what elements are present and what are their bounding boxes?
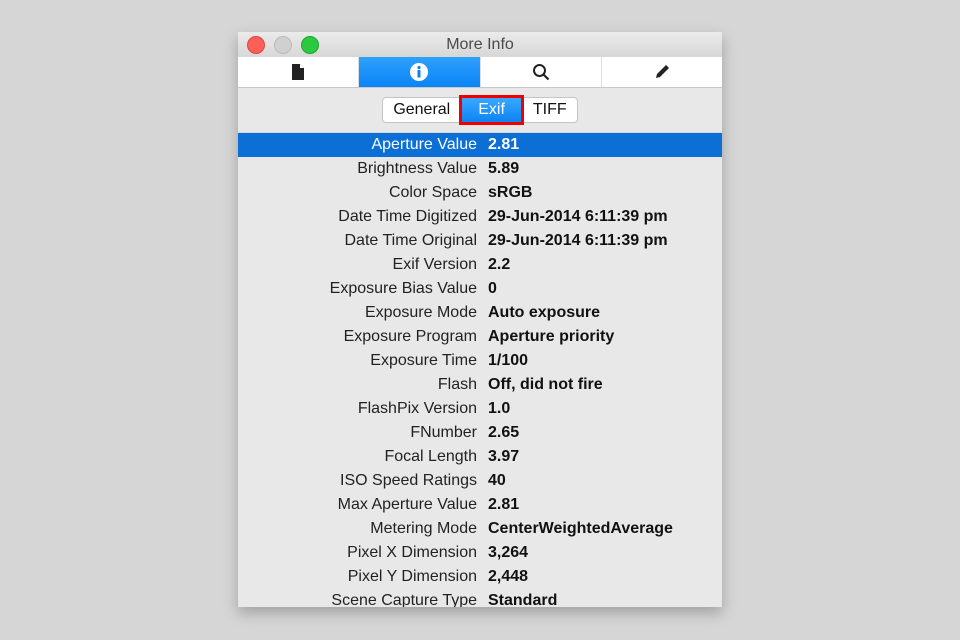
row-label: Focal Length bbox=[384, 448, 477, 465]
row-label: Aperture Value bbox=[371, 136, 477, 153]
row-value: 2.2 bbox=[488, 256, 511, 273]
row-value: 3.97 bbox=[488, 448, 520, 465]
table-row[interactable]: Brightness Value 5.89 bbox=[238, 157, 722, 181]
table-row[interactable]: Exposure Bias Value 0 bbox=[238, 277, 722, 301]
document-icon bbox=[292, 64, 305, 80]
row-label: Brightness Value bbox=[357, 160, 477, 177]
row-label: ISO Speed Ratings bbox=[340, 472, 477, 489]
segment-general[interactable]: General bbox=[383, 98, 460, 122]
segmented-control: General Exif TIFF bbox=[382, 95, 578, 125]
minimize-button[interactable] bbox=[274, 36, 292, 54]
row-label: Scene Capture Type bbox=[331, 592, 477, 607]
table-row[interactable]: FlashPix Version 1.0 bbox=[238, 397, 722, 421]
row-value: 2.81 bbox=[488, 136, 520, 153]
segmented-control-area: General Exif TIFF bbox=[238, 88, 722, 133]
row-label: Exposure Program bbox=[343, 328, 477, 345]
zoom-button[interactable] bbox=[301, 36, 319, 54]
row-label: Metering Mode bbox=[370, 520, 477, 537]
segment-tiff[interactable]: TIFF bbox=[523, 98, 577, 122]
table-row[interactable]: Exposure Time 1/100 bbox=[238, 349, 722, 373]
row-label: FlashPix Version bbox=[357, 400, 477, 417]
table-row[interactable]: Focal Length 3.97 bbox=[238, 445, 722, 469]
table-row[interactable]: ISO Speed Ratings 40 bbox=[238, 469, 722, 493]
row-value: Off, did not fire bbox=[488, 376, 603, 393]
table-row[interactable]: Pixel X Dimension 3,264 bbox=[238, 541, 722, 565]
row-label: Max Aperture Value bbox=[337, 496, 477, 513]
row-value: Standard bbox=[488, 592, 558, 607]
row-label: Exif Version bbox=[392, 256, 477, 273]
table-row[interactable]: Scene Capture Type Standard bbox=[238, 589, 722, 607]
tab-more-info[interactable] bbox=[359, 57, 481, 87]
row-value: 5.89 bbox=[488, 160, 520, 177]
row-label: Exposure Bias Value bbox=[329, 280, 477, 297]
title-bar: More Info bbox=[238, 32, 722, 57]
row-value: CenterWeightedAverage bbox=[488, 520, 673, 537]
table-row[interactable]: Metering Mode CenterWeightedAverage bbox=[238, 517, 722, 541]
table-row[interactable]: Date Time Digitized 29-Jun-2014 6:11:39 p… bbox=[238, 205, 722, 229]
row-value: 3,264 bbox=[488, 544, 529, 561]
search-icon bbox=[532, 64, 549, 81]
table-row[interactable]: Exposure Mode Auto exposure bbox=[238, 301, 722, 325]
table-row[interactable]: Max Aperture Value 2.81 bbox=[238, 493, 722, 517]
tab-general-info[interactable] bbox=[238, 57, 360, 87]
row-label: Color Space bbox=[388, 184, 477, 201]
row-label: Pixel X Dimension bbox=[347, 544, 477, 561]
exif-table: Aperture Value 2.81 Brightness Value 5.89 Co… bbox=[238, 133, 722, 607]
row-label: FNumber bbox=[410, 424, 477, 441]
row-value: sRGB bbox=[488, 184, 533, 201]
row-label: Pixel Y Dimension bbox=[347, 568, 477, 585]
row-label: Exposure Time bbox=[370, 352, 477, 369]
segment-exif[interactable]: Exif bbox=[459, 95, 524, 125]
table-row[interactable]: Pixel Y Dimension 2,448 bbox=[238, 565, 722, 589]
row-value: 29-Jun-2014 6:11:39 pm bbox=[488, 208, 668, 225]
more-info-window: More Info General Exif TIFF Aperture Val… bbox=[238, 32, 722, 607]
row-value: 2.65 bbox=[488, 424, 520, 441]
row-value: 40 bbox=[488, 472, 506, 489]
table-row[interactable]: Aperture Value 2.81 bbox=[238, 133, 722, 157]
table-row[interactable]: Exposure Program Aperture priority bbox=[238, 325, 722, 349]
row-label: Flash bbox=[437, 376, 477, 393]
row-value: Aperture priority bbox=[488, 328, 615, 345]
row-value: 2.81 bbox=[488, 496, 520, 513]
row-label: Date Time Original bbox=[344, 232, 478, 249]
inspector-tabs bbox=[238, 57, 722, 88]
pencil-icon bbox=[655, 65, 669, 78]
row-value: 1.0 bbox=[488, 400, 511, 417]
row-value: 1/100 bbox=[488, 352, 529, 369]
row-value: Auto exposure bbox=[488, 304, 601, 321]
info-icon bbox=[410, 63, 429, 81]
table-row[interactable]: Date Time Original 29-Jun-2014 6:11:39 pm bbox=[238, 229, 722, 253]
close-button[interactable] bbox=[247, 36, 265, 54]
row-value: 2,448 bbox=[488, 568, 529, 585]
table-row[interactable]: FNumber 2.65 bbox=[238, 421, 722, 445]
row-value: 29-Jun-2014 6:11:39 pm bbox=[488, 232, 668, 249]
tab-search[interactable] bbox=[481, 57, 602, 87]
row-value: 0 bbox=[488, 280, 497, 297]
row-label: Date Time Digitized bbox=[338, 208, 477, 225]
table-row[interactable]: Color Space sRGB bbox=[238, 181, 722, 205]
table-row[interactable]: Flash Off, did not fire bbox=[238, 373, 722, 397]
tab-edit[interactable] bbox=[602, 57, 722, 87]
table-row[interactable]: Exif Version 2.2 bbox=[238, 253, 722, 277]
row-label: Exposure Mode bbox=[364, 304, 477, 321]
window-title: More Info bbox=[446, 36, 514, 53]
